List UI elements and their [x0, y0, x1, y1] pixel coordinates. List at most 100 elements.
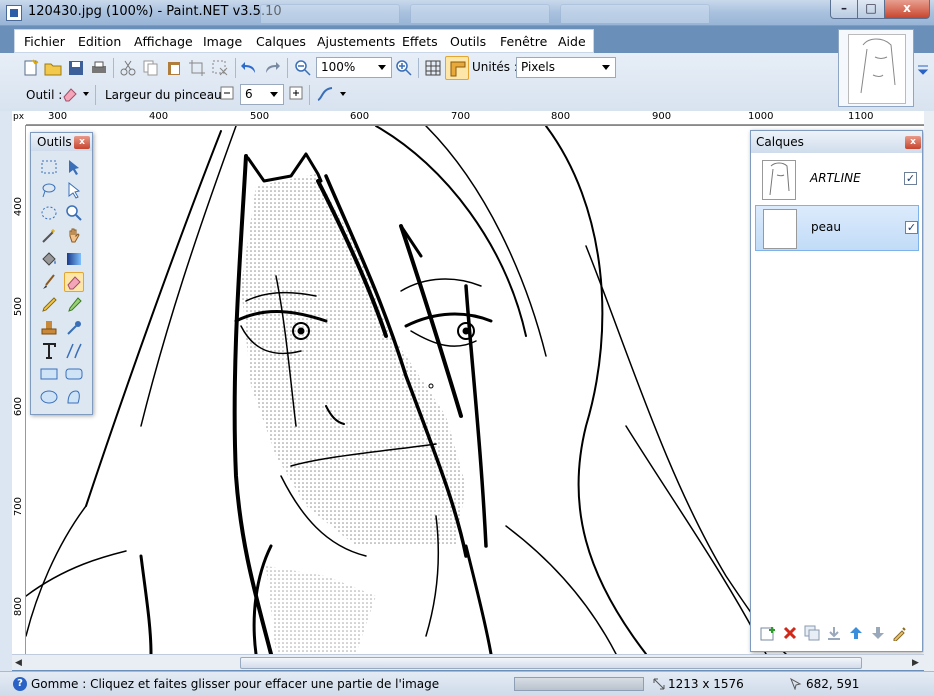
- grid-icon[interactable]: [424, 59, 442, 77]
- recolor-icon[interactable]: [64, 318, 84, 338]
- window-title: 120430.jpg (100%) - Paint.NET v3.5.10: [28, 4, 282, 19]
- eraser-tool-icon[interactable]: [61, 85, 79, 103]
- menu-aide[interactable]: Aide: [558, 34, 586, 49]
- rectangle-shape-icon[interactable]: [39, 364, 59, 384]
- layer-name: ARTLINE: [810, 171, 861, 185]
- text-tool-icon[interactable]: [39, 341, 59, 361]
- layers-panel-close-button[interactable]: x: [905, 136, 921, 149]
- paintnet-app-icon[interactable]: [6, 5, 22, 21]
- redo-icon[interactable]: [263, 59, 281, 77]
- expand-toolbar-icon[interactable]: [916, 63, 930, 77]
- minimize-button[interactable]: –: [830, 0, 858, 19]
- ellipse-shape-icon[interactable]: [39, 387, 59, 407]
- status-bar: ? Gomme : Cliquez et faites glisser pour…: [0, 671, 934, 696]
- ruler-tick: 400: [13, 197, 24, 217]
- add-layer-icon[interactable]: [760, 625, 776, 641]
- layer-visibility-checkbox[interactable]: ✓: [905, 221, 918, 234]
- layer-properties-icon[interactable]: [892, 625, 908, 641]
- antialiasing-icon[interactable]: [316, 85, 334, 103]
- tools-panel-header[interactable]: Outils x: [31, 133, 92, 151]
- zoom-out-icon[interactable]: [294, 59, 312, 77]
- paintbrush-icon[interactable]: [39, 272, 59, 292]
- duplicate-layer-icon[interactable]: [804, 625, 820, 641]
- horizontal-scroll-thumb[interactable]: [240, 657, 862, 669]
- cut-icon[interactable]: [119, 59, 137, 77]
- color-picker-icon[interactable]: [64, 295, 84, 315]
- maximize-button[interactable]: □: [857, 0, 885, 19]
- undo-icon[interactable]: [240, 59, 258, 77]
- scroll-left-icon[interactable]: ◀: [15, 658, 22, 668]
- pan-hand-icon[interactable]: [64, 226, 84, 246]
- brush-width-combo[interactable]: 6: [240, 84, 284, 105]
- crop-icon[interactable]: [188, 59, 206, 77]
- menu-calques[interactable]: Calques: [256, 34, 306, 49]
- layer-visibility-checkbox[interactable]: ✓: [904, 172, 917, 185]
- rounded-rectangle-icon[interactable]: [64, 364, 84, 384]
- gradient-icon[interactable]: [64, 249, 84, 269]
- vertical-scrollbar[interactable]: [924, 111, 934, 671]
- deselect-icon[interactable]: [211, 59, 229, 77]
- zoom-combo[interactable]: 100%: [316, 57, 392, 78]
- layers-panel: Calques x ARTLINE ✓ peau ✓: [750, 130, 923, 652]
- layer-item-peau[interactable]: peau ✓: [755, 205, 919, 251]
- clone-stamp-icon[interactable]: [39, 318, 59, 338]
- tools-panel-title: Outils: [37, 135, 72, 149]
- layers-panel-header[interactable]: Calques x: [751, 131, 922, 153]
- menu-bar: Fichier Edition Affichage Image Calques …: [14, 29, 594, 53]
- progress-bar: [514, 677, 644, 691]
- print-icon[interactable]: [90, 59, 108, 77]
- menu-fenetre[interactable]: Fenêtre: [500, 34, 547, 49]
- menu-effets[interactable]: Effets: [402, 34, 438, 49]
- move-layer-down-icon[interactable]: [870, 625, 886, 641]
- copy-icon[interactable]: [142, 59, 160, 77]
- ruler-corner: px: [12, 111, 26, 125]
- cursor-position-icon: [790, 678, 802, 690]
- layers-panel-title: Calques: [756, 135, 804, 149]
- zoom-icon[interactable]: [64, 203, 84, 223]
- rectangle-select-icon[interactable]: [39, 157, 59, 177]
- delete-layer-icon[interactable]: [782, 625, 798, 641]
- tools-panel: Outils x: [30, 132, 93, 415]
- zoom-in-icon[interactable]: [395, 59, 413, 77]
- ruler-tick: 300: [48, 111, 68, 122]
- move-selection-icon[interactable]: [64, 157, 84, 177]
- image-thumbnail-tab[interactable]: [838, 29, 914, 107]
- scroll-right-icon[interactable]: ▶: [912, 658, 919, 668]
- ellipse-select-icon[interactable]: [39, 203, 59, 223]
- ruler-tick: 1100: [848, 111, 874, 122]
- tools-panel-close-button[interactable]: x: [74, 136, 90, 149]
- lasso-select-icon[interactable]: [39, 180, 59, 200]
- rulers-toggle-button[interactable]: [445, 56, 469, 80]
- magic-wand-icon[interactable]: [39, 226, 59, 246]
- tool-dropdown-icon[interactable]: [83, 92, 89, 96]
- new-file-icon[interactable]: [22, 59, 40, 77]
- layer-item-artline[interactable]: ARTLINE ✓: [755, 157, 919, 203]
- menu-outils[interactable]: Outils: [450, 34, 486, 49]
- menu-image[interactable]: Image: [203, 34, 242, 49]
- menu-edition[interactable]: Edition: [78, 34, 121, 49]
- close-button[interactable]: x: [884, 0, 930, 19]
- merge-layer-down-icon[interactable]: [826, 625, 842, 641]
- image-size-icon: [653, 678, 665, 690]
- horizontal-scrollbar[interactable]: ◀ ▶: [12, 654, 924, 670]
- menu-affichage[interactable]: Affichage: [134, 34, 193, 49]
- antialiasing-dropdown-icon[interactable]: [340, 92, 346, 96]
- menu-ajustements[interactable]: Ajustements: [317, 34, 395, 49]
- eraser-tool-button[interactable]: [64, 272, 84, 292]
- increase-width-icon[interactable]: [289, 86, 303, 100]
- decrease-width-icon[interactable]: [220, 86, 234, 100]
- ruler-tick: 600: [13, 397, 24, 417]
- move-selected-icon[interactable]: [64, 180, 84, 200]
- line-curve-icon[interactable]: [64, 341, 84, 361]
- pencil-icon[interactable]: [39, 295, 59, 315]
- freeform-shape-icon[interactable]: [64, 387, 84, 407]
- menu-fichier[interactable]: Fichier: [24, 34, 65, 49]
- open-file-icon[interactable]: [44, 59, 62, 77]
- save-icon[interactable]: [67, 59, 85, 77]
- paint-bucket-icon[interactable]: [39, 249, 59, 269]
- paste-icon[interactable]: [165, 59, 183, 77]
- image-size: 1213 x 1576: [668, 677, 744, 691]
- units-combo[interactable]: Pixels: [516, 57, 616, 78]
- move-layer-up-icon[interactable]: [848, 625, 864, 641]
- chevron-down-icon: [378, 65, 386, 70]
